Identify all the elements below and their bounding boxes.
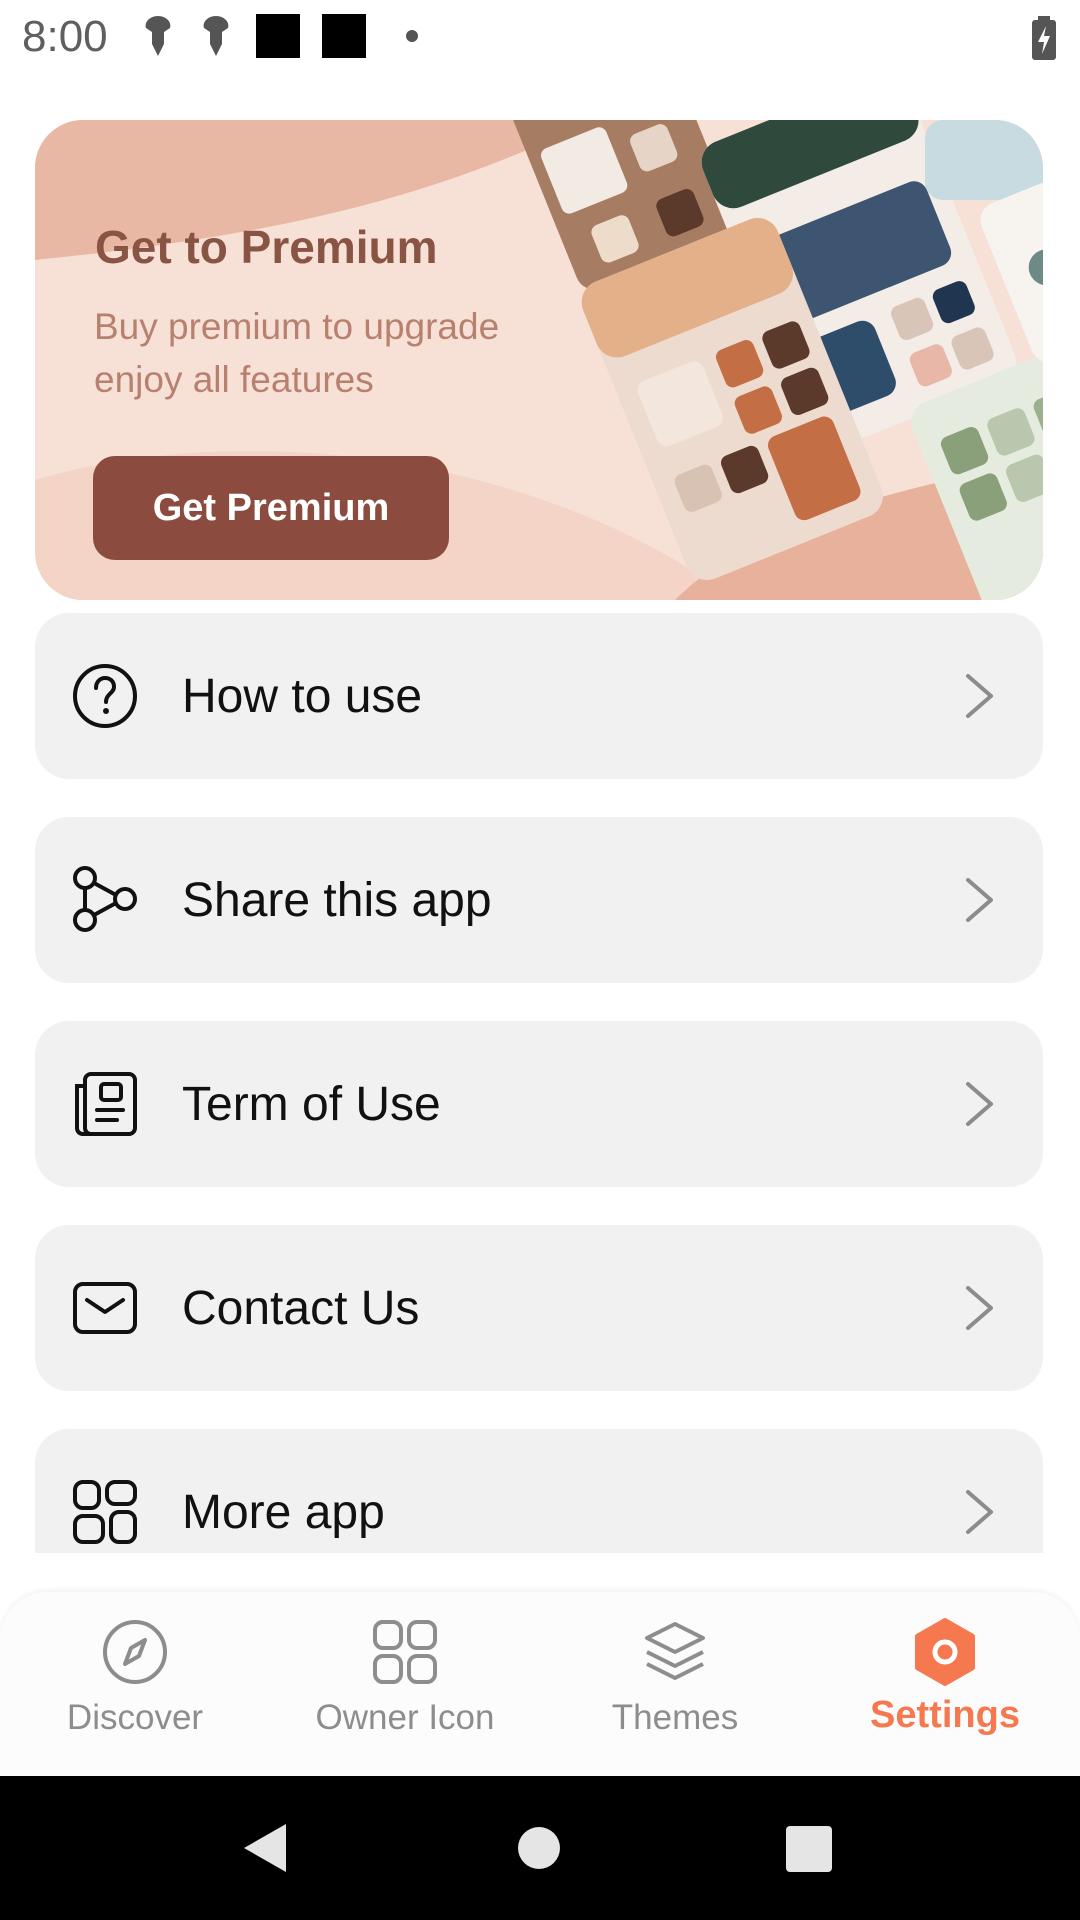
- nav-label: Themes: [611, 1698, 739, 1737]
- nav-tab-discover[interactable]: Discover: [0, 1592, 270, 1776]
- chevron-right-icon: [966, 674, 993, 718]
- layers-icon: [645, 1622, 705, 1680]
- menu-item-label: Term of Use: [182, 1077, 441, 1131]
- nav-label: Settings: [870, 1694, 1020, 1736]
- nav-tab-owner-icon[interactable]: Owner Icon: [270, 1592, 540, 1776]
- help-circle-icon: [73, 664, 137, 728]
- menu-item-how-to-use[interactable]: How to use: [35, 613, 1043, 779]
- nav-tab-settings[interactable]: Settings: [810, 1592, 1080, 1776]
- menu-item-label: Share this app: [182, 873, 492, 927]
- menu-item-contact-us[interactable]: Contact Us: [35, 1225, 1043, 1391]
- settings-menu-list: How to use Share this app Term of Use Co…: [0, 0, 1080, 1553]
- grid-icon: [373, 1620, 437, 1684]
- menu-item-label: Contact Us: [182, 1281, 420, 1335]
- compass-icon: [103, 1620, 167, 1684]
- menu-item-label: How to use: [182, 669, 423, 723]
- system-navigation-bar: [0, 1776, 1080, 1920]
- nav-label: Discover: [66, 1698, 204, 1737]
- chevron-right-icon: [966, 1490, 993, 1534]
- settings-hex-icon: [915, 1618, 975, 1686]
- nav-label: Owner Icon: [315, 1698, 495, 1737]
- chevron-right-icon: [966, 1082, 993, 1126]
- back-icon[interactable]: [240, 1822, 290, 1874]
- mail-icon: [73, 1282, 137, 1334]
- nav-tab-themes[interactable]: Themes: [540, 1592, 810, 1776]
- menu-item-term-of-use[interactable]: Term of Use: [35, 1021, 1043, 1187]
- menu-item-share-this-app[interactable]: Share this app: [35, 817, 1043, 983]
- chevron-right-icon: [966, 878, 993, 922]
- chevron-right-icon: [966, 1286, 993, 1330]
- recents-icon[interactable]: [786, 1826, 832, 1872]
- bottom-navigation: Discover Owner Icon Themes Settings: [0, 1592, 1080, 1776]
- menu-item-more-app[interactable]: More app: [35, 1429, 1043, 1553]
- apps-grid-icon: [73, 1480, 137, 1544]
- home-icon[interactable]: [517, 1826, 561, 1870]
- share-icon: [73, 866, 137, 932]
- document-icon: [75, 1072, 137, 1136]
- menu-item-label: More app: [182, 1485, 385, 1539]
